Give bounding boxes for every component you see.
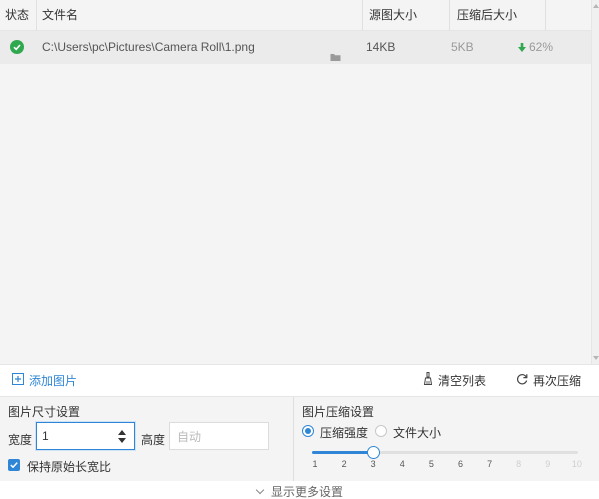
height-input[interactable] — [177, 429, 262, 445]
header-original-size[interactable]: 源图大小 — [369, 0, 417, 31]
file-table: 状态 文件名 源图大小 压缩后大小 C:\Users\pc\Pictures\C… — [0, 0, 599, 364]
original-size: 14KB — [366, 40, 396, 54]
settings-panel: 图片尺寸设置 宽度 高度 保持原始长宽比 图片压缩设置 压缩强度 文件大小 1 2… — [0, 396, 599, 482]
slider-thumb[interactable] — [366, 446, 380, 459]
more-settings-bar: 显示更多设置 — [0, 481, 599, 499]
decrement-icon[interactable] — [118, 438, 126, 443]
slider-tick-label: 9 — [545, 459, 551, 469]
recompress-button[interactable]: 再次压缩 — [516, 365, 581, 397]
reduction-ratio: 62% — [518, 31, 553, 64]
file-size-radio[interactable] — [375, 425, 387, 437]
table-row[interactable]: C:\Users\pc\Pictures\Camera Roll\1.png 1… — [0, 31, 591, 64]
column-divider[interactable] — [36, 0, 37, 31]
broom-icon — [423, 365, 433, 397]
action-toolbar: 添加图片 清空列表 再次压缩 — [0, 364, 599, 396]
table-header: 状态 文件名 源图大小 压缩后大小 — [0, 0, 599, 31]
compressor-window: 状态 文件名 源图大小 压缩后大小 C:\Users\pc\Pictures\C… — [0, 0, 599, 499]
keep-ratio-checkbox[interactable] — [8, 459, 20, 471]
keep-ratio-label[interactable]: 保持原始长宽比 — [27, 458, 111, 475]
compress-settings-title: 图片压缩设置 — [302, 405, 375, 419]
slider-fill — [312, 451, 374, 454]
compress-strength-radio[interactable] — [302, 425, 314, 437]
show-more-settings-label: 显示更多设置 — [271, 485, 344, 499]
size-settings-title: 图片尺寸设置 — [8, 405, 81, 419]
compress-strength-label[interactable]: 压缩强度 — [320, 424, 368, 441]
file-size-label[interactable]: 文件大小 — [393, 424, 441, 441]
height-field[interactable] — [169, 422, 269, 450]
increment-icon[interactable] — [118, 430, 126, 435]
vertical-scrollbar[interactable] — [591, 0, 599, 364]
compress-level-slider[interactable] — [312, 451, 578, 454]
file-path: C:\Users\pc\Pictures\Camera Roll\1.png — [42, 40, 255, 54]
panel-divider — [293, 397, 294, 482]
header-compressed-size[interactable]: 压缩后大小 — [457, 0, 517, 31]
slider-tick-label: 6 — [457, 459, 463, 469]
column-divider[interactable] — [545, 0, 546, 31]
slider-tick-label: 7 — [487, 459, 493, 469]
slider-tick-label: 3 — [370, 459, 376, 469]
add-image-label: 添加图片 — [29, 374, 78, 388]
slider-tick-label: 4 — [399, 459, 405, 469]
recompress-label: 再次压缩 — [533, 374, 582, 388]
clear-list-button[interactable]: 清空列表 — [423, 365, 486, 397]
slider-tick-label: 1 — [312, 459, 318, 469]
column-divider[interactable] — [449, 0, 450, 31]
chevron-down-icon — [255, 485, 265, 495]
slider-tick-label: 8 — [516, 459, 522, 469]
plus-square-icon — [12, 365, 24, 397]
add-image-button[interactable]: 添加图片 — [12, 365, 77, 397]
width-input[interactable] — [42, 428, 112, 444]
height-label: 高度 — [141, 433, 166, 447]
header-filename[interactable]: 文件名 — [42, 0, 78, 31]
refresh-icon — [516, 365, 528, 397]
scroll-up-icon[interactable] — [593, 4, 599, 8]
folder-icon[interactable] — [330, 42, 341, 61]
compressed-size: 5KB — [451, 40, 474, 54]
clear-list-label: 清空列表 — [438, 374, 487, 388]
header-status[interactable]: 状态 — [5, 0, 29, 31]
slider-tick-label: 5 — [428, 459, 434, 469]
slider-tick-label: 2 — [341, 459, 347, 469]
column-divider[interactable] — [362, 0, 363, 31]
reduction-ratio-value: 62% — [529, 40, 554, 54]
show-more-settings-button[interactable]: 显示更多设置 — [255, 483, 344, 499]
arrow-down-icon — [518, 32, 526, 65]
scroll-down-icon[interactable] — [593, 356, 599, 360]
slider-tick-label: 10 — [571, 459, 582, 469]
width-label: 宽度 — [8, 433, 33, 447]
width-spinbox[interactable] — [36, 422, 135, 450]
check-circle-icon — [10, 40, 24, 54]
